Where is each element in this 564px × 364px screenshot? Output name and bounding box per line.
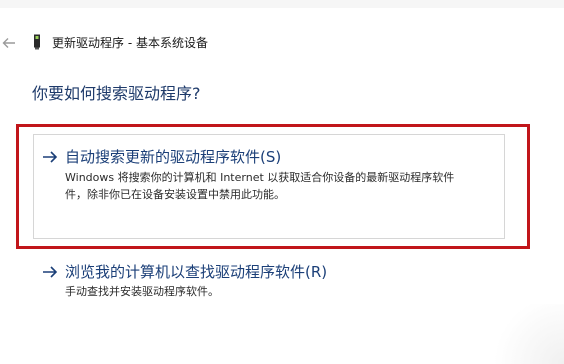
right-arrow-icon <box>43 151 58 163</box>
auto-search-option-title[interactable]: 自动搜索更新的驱动程序软件(S) <box>65 147 281 167</box>
back-button[interactable] <box>0 34 18 52</box>
auto-search-option-description-line-1: Windows 将搜索你的计算机和 Internet 以获取适合你设备的最新驱动… <box>65 171 455 184</box>
auto-search-option[interactable]: 自动搜索更新的驱动程序软件(S) Windows 将搜索你的计算机和 Inter… <box>40 147 510 207</box>
browse-computer-option[interactable]: 浏览我的计算机以查找驱动程序软件(R) 手动查找并安装驱动程序软件。 <box>40 262 510 302</box>
right-arrow-icon <box>43 266 58 278</box>
browse-computer-option-description: 手动查找并安装驱动程序软件。 <box>65 285 219 298</box>
background-texture <box>484 304 564 364</box>
window-top-strip <box>0 0 564 8</box>
browse-computer-option-title[interactable]: 浏览我的计算机以查找驱动程序软件(R) <box>65 262 327 282</box>
back-arrow-icon <box>2 38 15 48</box>
auto-search-option-description-line-2: 件，除非你已在设备安装设置中禁用此功能。 <box>65 188 285 201</box>
device-icon <box>31 34 43 50</box>
window-title: 更新驱动程序 - 基本系统设备 <box>52 36 208 50</box>
page-question: 你要如何搜索驱动程序? <box>32 84 201 103</box>
